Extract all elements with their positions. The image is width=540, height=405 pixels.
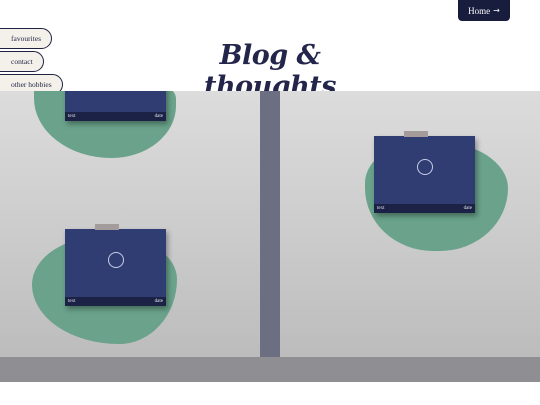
blog-post-frame[interactable]: text date (65, 91, 166, 121)
home-label: Home (468, 5, 491, 16)
frame-caption-text: text (377, 206, 385, 211)
circle-icon (107, 251, 124, 268)
circle-icon (416, 158, 433, 175)
frame-caption-date: date (154, 299, 163, 304)
frame-tape (404, 131, 428, 137)
frame-caption: text date (65, 297, 166, 306)
frame-caption: text date (65, 112, 166, 121)
frame-caption-date: date (463, 206, 472, 211)
nav-item-contact[interactable]: contact (0, 51, 44, 72)
frame-caption-text: text (68, 114, 76, 119)
frame-tape (95, 224, 119, 230)
gallery-floor (0, 357, 540, 382)
arrow-right-icon: → (493, 6, 500, 15)
frame-caption: text date (374, 204, 475, 213)
nav-item-favourites[interactable]: favourites (0, 28, 52, 49)
blog-post-frame[interactable]: text date (65, 224, 166, 306)
frame-caption-text: text (68, 299, 76, 304)
blog-gallery: text date text date text date (0, 91, 540, 382)
gallery-pillar (260, 91, 280, 382)
frame-caption-date: date (154, 114, 163, 119)
home-button[interactable]: Home → (458, 0, 510, 21)
blog-post-frame[interactable]: text date (374, 131, 475, 213)
